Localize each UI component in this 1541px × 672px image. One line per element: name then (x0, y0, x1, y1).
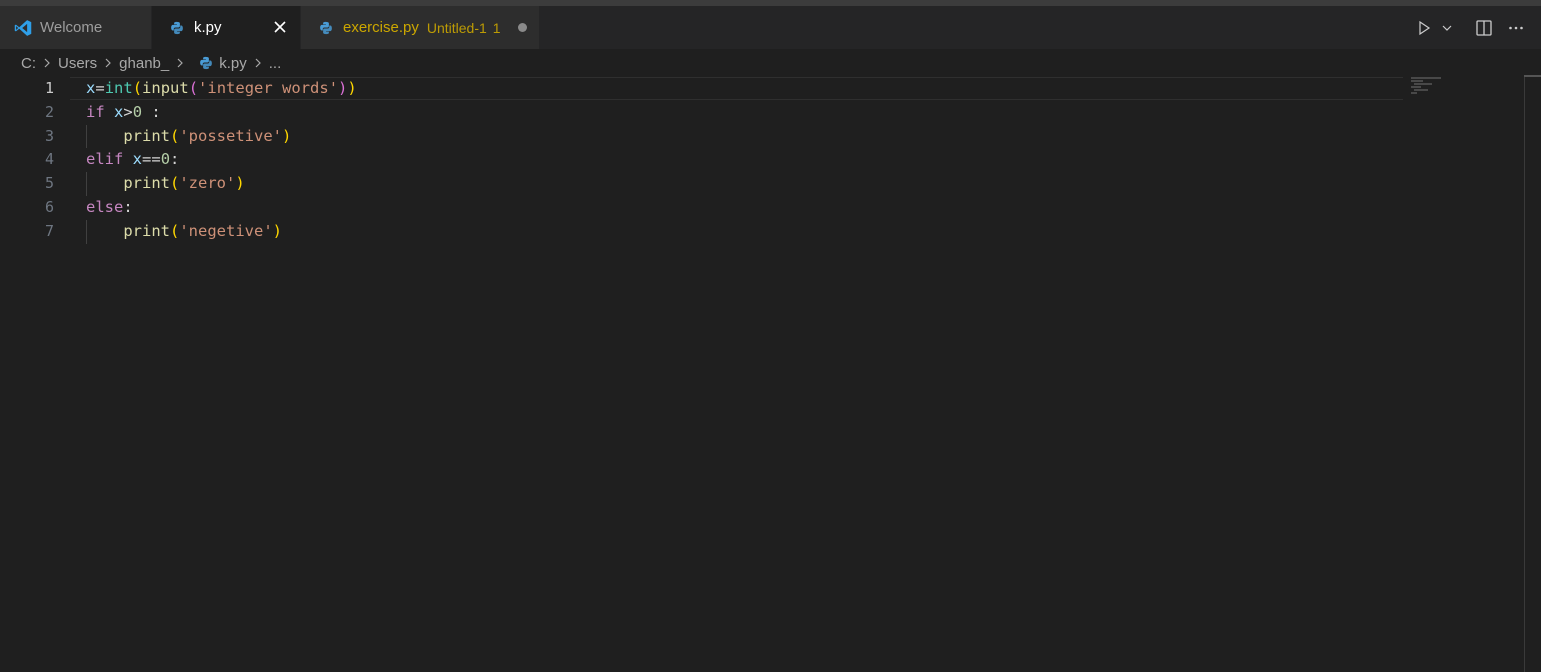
token: ) (272, 221, 283, 240)
indent-guide (86, 219, 87, 244)
token: ( (170, 174, 180, 193)
token: ( (170, 221, 180, 240)
tab-k-py[interactable]: k.py (152, 6, 301, 49)
line-number: 2 (44, 102, 54, 121)
python-icon (317, 19, 335, 37)
code-line-2: if x>0 : (86, 101, 357, 125)
token: x (132, 150, 143, 169)
vertical-scrollbar[interactable] (1524, 77, 1525, 672)
line-number: 5 (44, 174, 54, 193)
breadcrumb-file-label: k.py (219, 54, 247, 72)
code-line-7: print('negetive') (86, 219, 357, 244)
close-icon[interactable] (270, 17, 290, 37)
token: 'possetive' (179, 126, 282, 145)
tab-label: exercise.py (343, 19, 419, 36)
tab-label: Welcome (40, 19, 103, 36)
minimap-line (1411, 80, 1423, 82)
breadcrumb-user[interactable]: ghanb_ (119, 55, 169, 72)
token: = (95, 79, 105, 97)
code-line-6: else: (86, 196, 357, 220)
token: ) (282, 126, 292, 145)
token: input (142, 79, 189, 97)
breadcrumb: C: Users ghanb_ k.py ... (0, 49, 1541, 77)
indent-guide (86, 124, 87, 149)
token: > (123, 102, 133, 121)
token: 'zero' (179, 174, 236, 193)
token: elif (86, 150, 124, 169)
chevron-right-icon (100, 55, 116, 71)
code-line-1: x=int(input('integer words')) (86, 77, 357, 101)
problem-count-badge: 1 (492, 19, 501, 36)
token: ( (188, 79, 199, 97)
token: == (142, 150, 161, 169)
minimap-line (1411, 92, 1417, 94)
line-number: 1 (44, 79, 54, 97)
tab-welcome[interactable]: Welcome (0, 6, 152, 49)
tab-exercise-py[interactable]: exercise.py Untitled-1 1 (301, 6, 540, 49)
line-number: 4 (44, 150, 54, 169)
minimap-line (1411, 86, 1421, 88)
chevron-right-icon (250, 55, 266, 71)
minimap-line (1414, 89, 1428, 91)
line-number: 3 (44, 126, 54, 145)
line-number: 7 (44, 221, 54, 240)
token: else (86, 197, 124, 216)
minimap-line (1414, 83, 1432, 85)
line-number-gutter[interactable]: 1 2 3 4 5 6 7 (0, 77, 70, 244)
token: print (123, 174, 170, 193)
breadcrumb-drive[interactable]: C: (21, 55, 36, 72)
vscode-logo-icon (14, 19, 32, 37)
chevron-right-icon (39, 55, 55, 71)
token: ) (338, 79, 348, 97)
breadcrumb-file[interactable]: k.py (191, 55, 247, 72)
token: 'integer words' (198, 79, 339, 97)
token: : (142, 102, 161, 121)
code-lines[interactable]: x=int(input('integer words')) if x>0 : p… (86, 77, 357, 244)
token: print (123, 221, 170, 240)
code-editor[interactable]: 1 2 3 4 5 6 7 x=int(input('integer words… (0, 77, 1541, 672)
token: print (123, 126, 170, 145)
scrollbar-thumb[interactable] (1524, 75, 1541, 77)
split-editor-icon[interactable] (1469, 13, 1499, 43)
token: 'negetive' (179, 221, 273, 240)
code-line-3: print('possetive') (86, 124, 357, 149)
token: ( (170, 126, 180, 145)
minimap[interactable] (1411, 77, 1451, 97)
breadcrumb-users[interactable]: Users (58, 55, 97, 72)
token: ) (235, 174, 245, 193)
token: : (170, 150, 180, 169)
chevron-down-icon[interactable] (1439, 13, 1455, 43)
token: x (114, 102, 124, 121)
token: int (104, 79, 133, 97)
python-icon (168, 19, 186, 37)
unsaved-dot-icon[interactable] (518, 23, 527, 32)
breadcrumb-more[interactable]: ... (269, 55, 282, 72)
code-line-5: print('zero') (86, 172, 357, 196)
token: ( (132, 79, 143, 97)
editor-actions (1409, 6, 1541, 49)
tab-description: Untitled-1 (426, 19, 487, 36)
token: if (86, 102, 105, 121)
python-icon (199, 56, 213, 70)
token: 0 (160, 150, 171, 169)
editor-tab-bar: Welcome k.py exercise.py Untitled-1 1 (0, 6, 1541, 49)
tab-label: k.py (194, 19, 222, 36)
indent-guide (86, 172, 87, 196)
more-actions-icon[interactable] (1501, 13, 1531, 43)
token: 0 (132, 102, 143, 121)
chevron-right-icon (172, 55, 188, 71)
token: : (123, 197, 133, 216)
minimap-line (1411, 77, 1441, 79)
code-line-4: elif x==0: (86, 148, 357, 172)
token: ) (347, 79, 357, 97)
run-icon[interactable] (1409, 13, 1439, 43)
token: x (86, 79, 96, 97)
line-number: 6 (44, 197, 54, 216)
